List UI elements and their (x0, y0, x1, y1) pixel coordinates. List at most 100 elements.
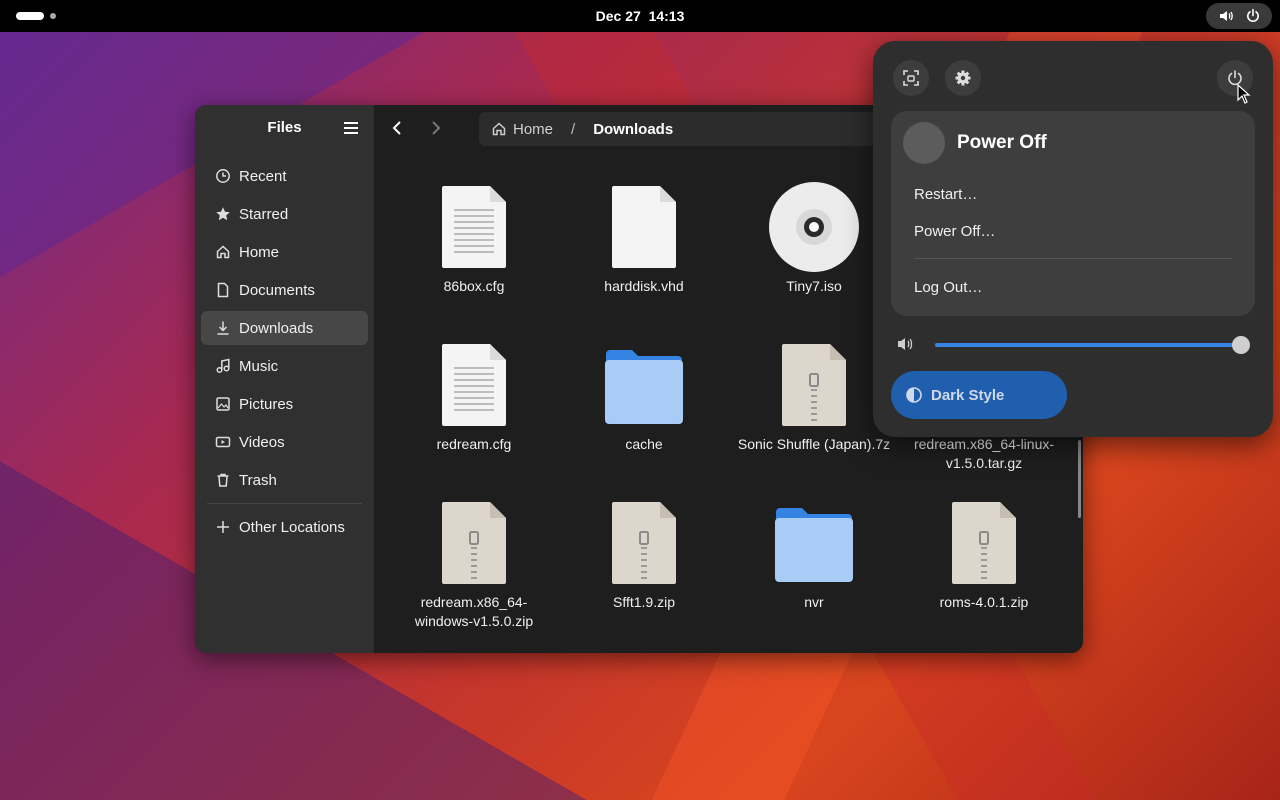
archive-file-icon (559, 493, 729, 593)
dark-style-icon (906, 387, 922, 403)
breadcrumb-home-label: Home (513, 120, 554, 138)
menu-divider (914, 258, 1232, 259)
home-icon (216, 245, 230, 259)
dark-style-label: Dark Style (931, 386, 1005, 404)
workspace-active-indicator (16, 12, 44, 20)
settings-button[interactable] (945, 60, 981, 96)
file-item[interactable]: 86box.cfg (389, 177, 559, 296)
sidebar-item-music[interactable]: Music (201, 349, 368, 383)
sidebar-header: Files (195, 105, 374, 151)
sidebar-divider (207, 503, 362, 504)
volume-row (897, 334, 1250, 354)
volume-slider[interactable] (935, 336, 1250, 354)
file-name: redream.x86_64-windows-v1.5.0.zip (414, 594, 534, 629)
sidebar-item-starred[interactable]: Starred (201, 197, 368, 231)
power-menu-header: Power Off (903, 122, 1047, 164)
back-arrow-icon[interactable] (386, 117, 408, 139)
system-tray[interactable] (1206, 3, 1272, 29)
path-bar[interactable]: Home / Downloads (479, 112, 899, 146)
sidebar-item-label: Videos (239, 433, 285, 451)
sidebar-item-label: Documents (239, 281, 315, 299)
folder-icon (559, 335, 729, 435)
trash-icon (217, 473, 229, 487)
workspace-indicator (50, 13, 56, 19)
file-name: redream.cfg (436, 436, 512, 452)
plus-icon (217, 521, 229, 533)
log-out-menu-item[interactable]: Log Out… (914, 279, 982, 296)
screenshot-icon (903, 70, 919, 86)
sidebar-item-downloads[interactable]: Downloads (201, 311, 368, 345)
activities-indicator[interactable] (16, 12, 56, 20)
screenshot-button[interactable] (893, 60, 929, 96)
file-name: redream.x86_64-linux-v1.5.0.tar.gz (913, 436, 1055, 471)
sidebar: Files Recent Starred Home Documents Down… (195, 105, 374, 653)
file-name: Sonic Shuffle (Japan).7z (737, 436, 891, 452)
sidebar-item-videos[interactable]: Videos (201, 425, 368, 459)
file-name: Sfft1.9.zip (612, 594, 675, 610)
sidebar-item-label: Other Locations (239, 518, 345, 536)
archive-file-icon (389, 493, 559, 593)
sidebar-item-label: Pictures (239, 395, 294, 413)
file-item[interactable]: nvr (729, 493, 899, 612)
sidebar-item-label: Downloads (239, 319, 314, 337)
file-item[interactable]: redream.cfg (389, 335, 559, 454)
forward-arrow-icon[interactable] (425, 117, 447, 139)
power-menu: Power Off Restart… Power Off… Log Out… (891, 111, 1255, 316)
scrollbar[interactable] (1078, 440, 1081, 518)
volume-slider-fill (935, 343, 1241, 347)
archive-file-icon (899, 493, 1069, 593)
dark-style-toggle[interactable]: Dark Style (891, 371, 1067, 419)
power-menu-icon (903, 122, 945, 164)
power-icon (1246, 8, 1259, 23)
sidebar-item-trash[interactable]: Trash (201, 463, 368, 497)
folder-icon (729, 493, 899, 593)
file-item[interactable]: Sfft1.9.zip (559, 493, 729, 612)
sidebar-item-label: Home (239, 243, 280, 261)
sidebar-item-label: Recent (239, 167, 287, 185)
volume-icon[interactable] (897, 336, 915, 352)
breadcrumb-home[interactable]: Home (491, 121, 553, 138)
document-icon (217, 282, 229, 298)
breadcrumb-separator: / (571, 120, 576, 138)
clock: Dec 27 14:13 (0, 8, 1280, 24)
file-name: 86box.cfg (443, 278, 505, 294)
file-name: roms-4.0.1.zip (939, 594, 1029, 610)
power-off-menu-item[interactable]: Power Off… (914, 223, 995, 240)
clock-date[interactable]: Dec 27 (596, 8, 641, 24)
volume-slider-handle[interactable] (1232, 336, 1250, 354)
file-item[interactable]: redream.x86_64-windows-v1.5.0.zip (389, 493, 559, 631)
sidebar-item-label: Trash (239, 471, 277, 489)
music-icon (216, 358, 230, 374)
places-list: Recent Starred Home Documents Downloads … (195, 151, 374, 552)
text-file-icon (389, 335, 559, 435)
sidebar-item-label: Starred (239, 205, 289, 223)
volume-icon (1219, 11, 1233, 21)
breadcrumb-current[interactable]: Downloads (593, 121, 673, 138)
home-icon (492, 122, 506, 136)
sidebar-item-recent[interactable]: Recent (201, 159, 368, 193)
file-item[interactable]: harddisk.vhd (559, 177, 729, 296)
mouse-cursor-icon (1237, 84, 1251, 104)
top-bar: Dec 27 14:13 (0, 0, 1280, 32)
file-item[interactable]: roms-4.0.1.zip (899, 493, 1069, 612)
star-icon (216, 207, 230, 221)
text-file-icon (389, 177, 559, 277)
video-icon (215, 436, 231, 448)
sidebar-item-documents[interactable]: Documents (201, 273, 368, 307)
file-name: cache (625, 436, 663, 452)
sidebar-item-home[interactable]: Home (201, 235, 368, 269)
picture-icon (216, 397, 230, 411)
file-name: nvr (804, 594, 824, 610)
blank-file-icon (559, 177, 729, 277)
sidebar-item-other-locations[interactable]: Other Locations (201, 510, 368, 544)
power-menu-title: Power Off (957, 132, 1047, 153)
clock-icon (216, 169, 230, 183)
sidebar-item-label: Music (239, 357, 279, 375)
sidebar-item-pictures[interactable]: Pictures (201, 387, 368, 421)
restart-menu-item[interactable]: Restart… (914, 186, 977, 203)
hamburger-menu-icon[interactable] (341, 118, 361, 138)
clock-time[interactable]: 14:13 (649, 8, 685, 24)
file-name: harddisk.vhd (604, 278, 684, 294)
download-icon (217, 321, 229, 335)
file-item[interactable]: cache (559, 335, 729, 454)
